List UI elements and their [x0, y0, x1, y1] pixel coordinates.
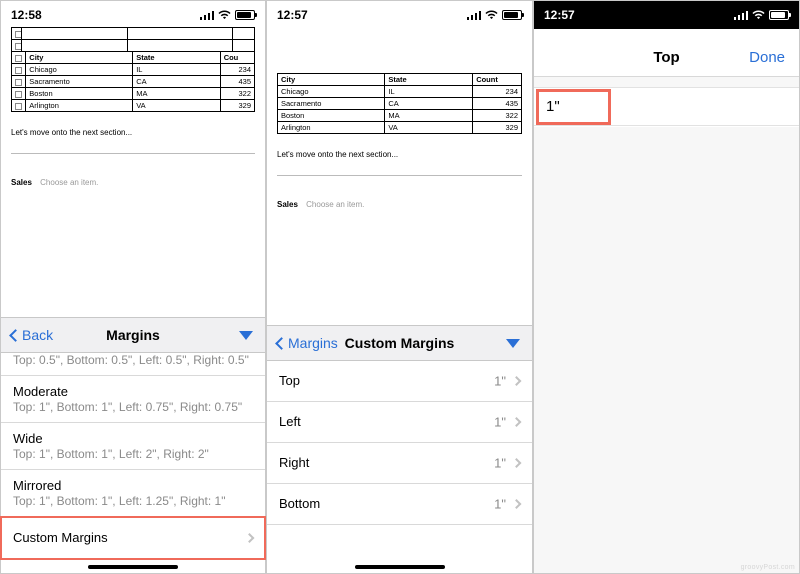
table-row: BostonMA322 [12, 88, 255, 100]
back-button[interactable]: Margins [277, 335, 338, 351]
status-time: 12:57 [277, 8, 308, 22]
th-city: City [26, 52, 133, 64]
sales-placeholder: Choose an item. [40, 178, 98, 187]
phone-frame-2: 12:57 City State Count ChicagoIL234 Sacr… [266, 0, 533, 574]
option-label: Moderate [13, 384, 253, 399]
margin-field-right[interactable]: Right 1" [267, 443, 532, 484]
margin-option-custom[interactable]: Custom Margins [1, 517, 265, 559]
th-state: State [385, 74, 473, 86]
sales-field[interactable]: Sales Choose an item. [277, 200, 522, 209]
panel-header-margins: Back Margins [1, 317, 265, 353]
table-row: SacramentoCA435 [278, 98, 522, 110]
status-time: 12:57 [544, 8, 575, 22]
margin-option-moderate[interactable]: Moderate Top: 1", Bottom: 1", Left: 0.75… [1, 376, 265, 423]
option-label: Custom Margins [13, 530, 253, 545]
phone-frame-3: 12:57 Top Done 1" groovyPost.com [533, 0, 800, 574]
th-count: Cou [220, 52, 254, 64]
divider [11, 153, 255, 154]
status-bar: 12:57 [534, 1, 799, 29]
table-row: ArlingtonVA329 [278, 122, 522, 134]
field-value: 1" [494, 374, 506, 389]
th-city: City [278, 74, 385, 86]
doc-table [11, 27, 255, 52]
sales-label: Sales [277, 200, 298, 209]
th-state: State [133, 52, 220, 64]
collapse-icon[interactable] [239, 331, 253, 340]
field-value: 1" [494, 456, 506, 471]
option-sub: Top: 1", Bottom: 1", Left: 1.25", Right:… [13, 494, 253, 508]
margin-field-top[interactable]: Top 1" [267, 361, 532, 402]
chevron-left-icon [275, 337, 288, 350]
field-label: Right [279, 455, 309, 470]
battery-icon [769, 10, 789, 20]
table-row: SacramentoCA435 [12, 76, 255, 88]
chevron-right-icon [512, 458, 522, 468]
document-preview[interactable]: City State Cou ChicagoIL234 SacramentoCA… [1, 21, 265, 193]
th-count: Count [473, 74, 522, 86]
sales-label: Sales [11, 178, 32, 187]
status-icons [734, 10, 789, 20]
table-row: BostonMA322 [278, 110, 522, 122]
wifi-icon [218, 10, 231, 20]
table-row: ChicagoIL234 [278, 86, 522, 98]
status-icons [200, 10, 255, 20]
home-indicator[interactable] [355, 565, 445, 569]
field-label: Left [279, 414, 301, 429]
margin-field-bottom[interactable]: Bottom 1" [267, 484, 532, 525]
field-label: Top [279, 373, 300, 388]
wifi-icon [485, 10, 498, 20]
sales-placeholder: Choose an item. [306, 200, 364, 209]
margin-field-left[interactable]: Left 1" [267, 402, 532, 443]
collapse-icon[interactable] [506, 339, 520, 348]
nav-title: Top [653, 49, 679, 66]
field-value: 1" [494, 415, 506, 430]
chevron-right-icon [512, 417, 522, 427]
back-label: Back [22, 327, 53, 343]
divider [277, 175, 522, 176]
margin-option-mirrored[interactable]: Mirrored Top: 1", Bottom: 1", Left: 1.25… [1, 470, 265, 517]
status-icons [467, 10, 522, 20]
cellular-icon [734, 11, 748, 20]
home-indicator[interactable] [88, 565, 178, 569]
cellular-icon [467, 11, 481, 20]
back-label: Margins [288, 335, 338, 351]
chevron-right-icon [512, 499, 522, 509]
document-preview[interactable]: City State Count ChicagoIL234 Sacramento… [267, 73, 532, 215]
table-row: ArlingtonVA329 [12, 100, 255, 112]
field-value: 1" [494, 497, 506, 512]
chevron-left-icon [9, 329, 22, 342]
margin-option-narrow-cut[interactable]: Top: 0.5", Bottom: 0.5", Left: 0.5", Rig… [1, 353, 265, 376]
battery-icon [235, 10, 255, 20]
highlight-box [536, 89, 611, 125]
status-time: 12:58 [11, 8, 42, 22]
section-text: Let's move onto the next section... [11, 128, 255, 137]
battery-icon [502, 10, 522, 20]
option-label: Wide [13, 431, 253, 446]
option-sub: Top: 1", Bottom: 1", Left: 2", Right: 2" [13, 447, 253, 461]
doc-data-table: City State Count ChicagoIL234 Sacramento… [277, 73, 522, 134]
sales-field[interactable]: Sales Choose an item. [11, 178, 255, 187]
wifi-icon [752, 10, 765, 20]
cellular-icon [200, 11, 214, 20]
nav-bar: Top Done [534, 39, 799, 77]
field-label: Bottom [279, 496, 320, 511]
back-button[interactable]: Back [11, 327, 53, 343]
panel-header-custom-margins: Margins Custom Margins [267, 325, 532, 361]
table-row: ChicagoIL234 [12, 64, 255, 76]
watermark: groovyPost.com [741, 564, 795, 571]
section-text: Let's move onto the next section... [277, 150, 522, 159]
done-button[interactable]: Done [749, 49, 785, 66]
option-sub: Top: 1", Bottom: 1", Left: 0.75", Right:… [13, 400, 253, 414]
status-bar: 12:57 [267, 1, 532, 29]
doc-data-table: City State Cou ChicagoIL234 SacramentoCA… [11, 51, 255, 112]
phone-frame-1: 12:58 City State Cou ChicagoIL234 Sacram… [0, 0, 266, 574]
margin-option-wide[interactable]: Wide Top: 1", Bottom: 1", Left: 2", Righ… [1, 423, 265, 470]
option-sub: Top: 0.5", Bottom: 0.5", Left: 0.5", Rig… [13, 353, 253, 367]
option-label: Mirrored [13, 478, 253, 493]
chevron-right-icon [512, 376, 522, 386]
